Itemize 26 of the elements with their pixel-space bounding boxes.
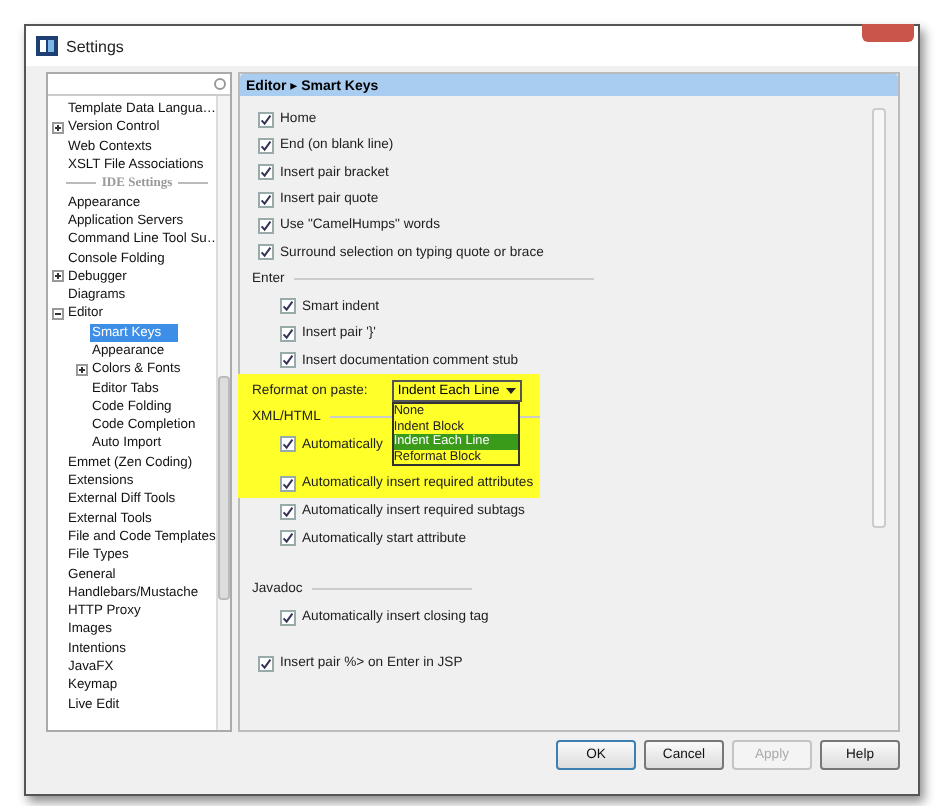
checkbox[interactable] <box>280 436 296 453</box>
window-title: Settings <box>66 37 124 55</box>
checkbox[interactable] <box>258 137 274 154</box>
checkbox[interactable] <box>280 325 296 342</box>
expand-toggle-icon[interactable] <box>76 363 88 376</box>
checkbox[interactable] <box>280 475 296 492</box>
checkbox[interactable] <box>258 655 274 672</box>
checkbox[interactable] <box>258 191 274 208</box>
app-logo-icon <box>36 36 58 56</box>
checkbox[interactable] <box>258 244 274 261</box>
scrollbar[interactable] <box>872 108 886 528</box>
checkbox[interactable] <box>280 609 296 625</box>
expand-toggle-icon[interactable] <box>52 307 64 320</box>
checkbox[interactable] <box>258 164 274 181</box>
expand-toggle-icon[interactable] <box>52 270 64 283</box>
checkbox[interactable] <box>280 352 296 369</box>
clear-icon[interactable] <box>214 78 226 90</box>
checkbox[interactable] <box>258 217 274 234</box>
search-field[interactable] <box>48 74 230 96</box>
checkbox[interactable] <box>280 503 296 520</box>
expand-toggle-icon[interactable] <box>52 121 64 134</box>
checkbox[interactable] <box>280 298 296 315</box>
checkbox[interactable] <box>258 111 274 128</box>
scrollbar[interactable] <box>216 96 230 730</box>
checkbox[interactable] <box>280 530 296 547</box>
caret-icon <box>505 388 516 395</box>
